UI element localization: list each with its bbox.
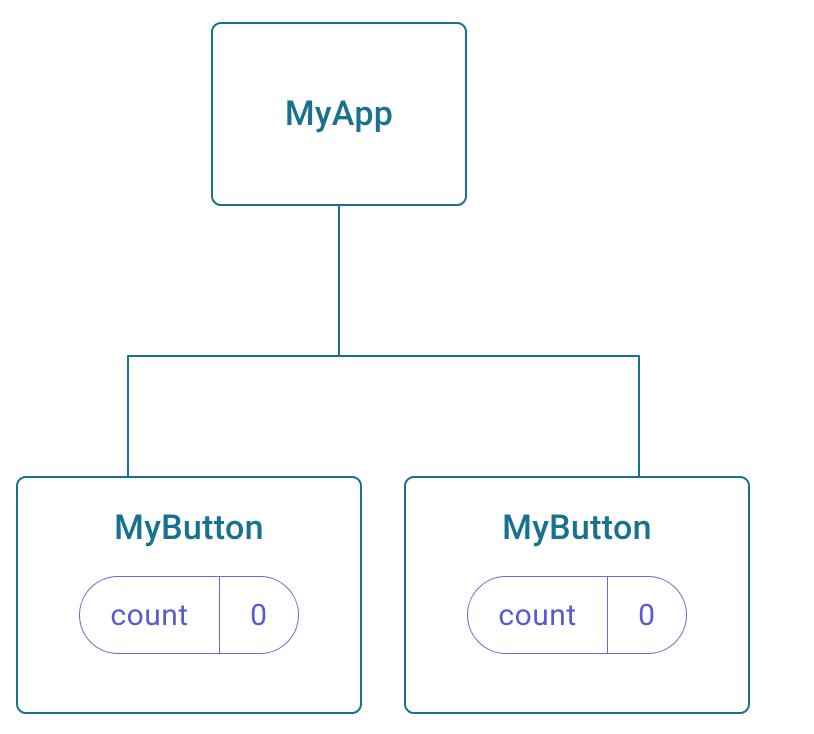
node-title: MyApp: [285, 94, 393, 134]
state-pill: count 0: [467, 576, 686, 654]
node-title: MyButton: [502, 508, 652, 548]
node-mybutton-left: MyButton count 0: [16, 476, 362, 714]
state-label: count: [468, 577, 607, 653]
node-title: MyButton: [114, 508, 264, 548]
component-tree-diagram: MyApp MyButton count 0 MyButton count 0: [0, 0, 814, 734]
state-pill: count 0: [79, 576, 298, 654]
state-value: 0: [220, 577, 298, 653]
node-myapp: MyApp: [211, 22, 467, 206]
node-mybutton-right: MyButton count 0: [404, 476, 750, 714]
state-label: count: [80, 577, 219, 653]
state-value: 0: [608, 577, 686, 653]
